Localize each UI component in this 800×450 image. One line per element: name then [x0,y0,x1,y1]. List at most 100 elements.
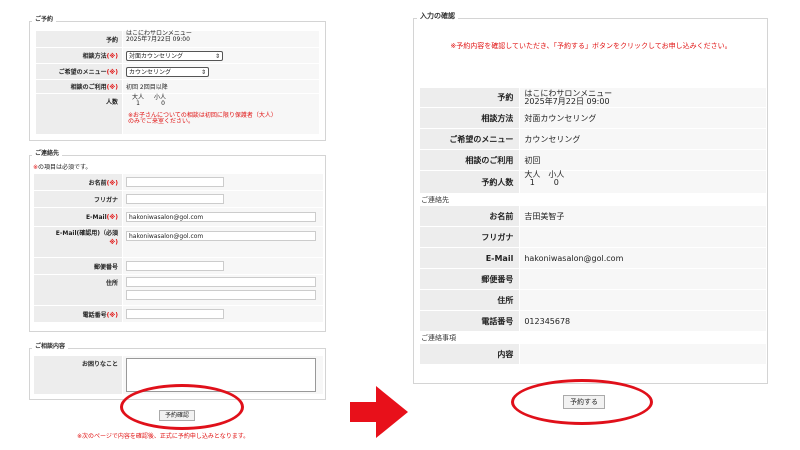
confirm-row-content: 内容 [420,344,766,364]
email-confirm-label-cell: E-Mail(確認用)（必須 ※) [34,227,122,257]
confirm-notice: ※予約内容を確認していただき、「予約する」ボタンをクリックしてお申し込みください… [450,42,732,50]
confirm-email-value: hakoniwasalon@gol.com [524,253,624,263]
confirm-postal-label-cell: 郵便番号 [420,269,520,289]
confirm-usage-value: 初回 [524,155,541,165]
menu-select[interactable]: カウンセリング ⇕ [126,66,209,77]
phone-label: 電話番号 [82,311,107,319]
email-confirm-required-mark: ※) [109,239,118,246]
plan-label: 予約 [105,36,118,44]
email-confirm-value-cell: hakoniwasalon@gol.com [123,227,323,257]
booking-legend: ご予約 [32,14,57,23]
contact-legend: ご連絡先 [32,148,63,157]
confirm-notes-section: ご連絡事項 [421,333,456,342]
menu-value-cell: カウンセリング ⇕ [123,64,319,79]
method-value-cell: 対面カウンセリング ⇕ [123,48,319,63]
confirm-plan-datetime: 2025年7月22日 09:00 [524,96,610,106]
confirm-child: 小人 0 [548,171,564,187]
confirm-table: 予約 はこにわサロンメニュー 2025年7月22日 09:00 相談方法 対面カ… [419,87,767,365]
name-value-cell [123,174,323,190]
name-input[interactable] [126,177,224,187]
postal-label-cell: 郵便番号 [34,258,122,274]
row-email-confirm: E-Mail(確認用)（必須 ※) hakoniwasalon@gol.com [34,227,323,257]
booking-table-wrap: 予約 はこにわサロンメニュー 2025年7月22日 09:00 相談方法(※) … [35,30,320,135]
confirm-contact-section: ご連絡先 [421,195,449,204]
confirm-usage-label: 相談のご利用 [465,155,514,165]
postal-input[interactable] [126,261,224,271]
confirm-table-wrap: 予約 はこにわサロンメニュー 2025年7月22日 09:00 相談方法 対面カ… [419,87,767,365]
row-menu: ご希望のメニュー(※) カウンセリング ⇕ [36,64,319,79]
confirm-adult-value: 1 [529,178,535,187]
phone-value-cell [123,306,323,322]
people-label: 人数 [105,99,118,106]
address-input-1[interactable] [126,277,316,287]
method-select[interactable]: 対面カウンセリング ⇕ [126,50,223,61]
concern-label-cell: お困りなこと [34,356,122,394]
child-count[interactable]: 小人 0 [154,95,166,107]
confirm-name-label: お名前 [489,211,514,221]
postal-value-cell [123,258,323,274]
menu-required-mark: (※) [106,69,118,76]
name-label-cell: お名前(※) [34,174,122,190]
confirm-menu-value: カウンセリング [524,134,581,144]
email-confirm-input[interactable]: hakoniwasalon@gol.com [126,231,316,241]
kana-input[interactable] [126,194,224,204]
confirm-people-value-cell: 大人 1 小人 0 [520,171,766,193]
confirm-people-label-cell: 予約人数 [420,171,520,193]
confirm-kana-label-cell: フリガナ [420,227,520,247]
confirm-menu-value-cell: カウンセリング [520,129,766,149]
confirm-row-notes-section: ご連絡事項 [420,332,766,343]
confirm-row-phone: 電話番号 012345678 [420,311,766,331]
confirm-menu-label-cell: ご希望のメニュー [420,129,520,149]
row-postal: 郵便番号 [34,258,323,274]
plan-label-cell: 予約 [36,31,122,47]
confirm-kana-value-cell [520,227,766,247]
row-email: E-Mail(※) hakoniwasalon@gol.com [34,208,323,226]
confirm-address-label-cell: 住所 [420,290,520,310]
method-label: 相談方法 [82,53,107,60]
confirm-plan-label-cell: 予約 [420,88,520,107]
confirm-row-menu: ご希望のメニュー カウンセリング [420,129,766,149]
confirm-email-value-cell: hakoniwasalon@gol.com [520,248,766,268]
consult-legend: ご相談内容 [32,341,69,350]
child-value: 0 [161,100,165,107]
adult-count[interactable]: 大人 1 [132,95,144,107]
confirm-phone-value: 012345678 [524,316,571,326]
row-name: お名前(※) [34,174,323,190]
booking-fieldset: 予約 はこにわサロンメニュー 2025年7月22日 09:00 相談方法(※) … [29,21,326,141]
confirm-adult: 大人 1 [524,171,540,187]
confirm-row-name: お名前 吉田美智子 [420,206,766,226]
email-label: E-Mail [85,213,107,221]
confirm-row-usage: 相談のご利用 初回 [420,150,766,170]
contact-fieldset: ※の項目は必須です。 お名前(※) フリガナ E-Mail(※) hakoniw… [29,155,326,332]
confirm-legend: 入力の確認 [417,11,458,21]
menu-label: ご希望のメニュー [58,69,107,76]
postal-label: 郵便番号 [93,263,118,271]
menu-label-cell: ご希望のメニュー(※) [36,64,122,79]
email-input[interactable]: hakoniwasalon@gol.com [126,212,316,222]
confirm-method-value-cell: 対面カウンセリング [520,108,766,128]
phone-input[interactable] [126,309,224,319]
row-plan: 予約 はこにわサロンメニュー 2025年7月22日 09:00 [36,31,319,47]
row-phone: 電話番号(※) [34,306,323,322]
row-address: 住所 [34,275,323,305]
confirm-name-value: 吉田美智子 [524,211,565,221]
confirm-notes-section-cell: ご連絡事項 [420,332,766,343]
name-label: お名前 [88,179,107,187]
confirm-row-postal: 郵便番号 [420,269,766,289]
usage-options[interactable]: 初回 2回目以降 [126,84,168,91]
address-label: 住所 [105,280,118,287]
people-value-cell: 大人 1 小人 0 ※お子さんについての相談は初回に限り保護者（大人）のみでご来… [123,94,319,134]
email-required-mark: (※) [106,213,118,221]
method-select-value: 対面カウンセリング [129,52,184,60]
confirm-button-highlight [120,384,244,430]
address-input-2[interactable] [126,290,316,300]
confirm-postal-label: 郵便番号 [481,274,514,284]
submit-button-highlight [511,379,653,425]
confirm-row-plan: 予約 はこにわサロンメニュー 2025年7月22日 09:00 [420,88,766,107]
confirm-address-value-cell [520,290,766,310]
usage-value-cell[interactable]: 初回 2回目以降 [123,80,319,93]
concern-label: お困りなこと [81,361,118,368]
row-usage: 相談のご利用(※) 初回 2回目以降 [36,80,319,93]
confirm-content-label-cell: 内容 [420,344,520,364]
phone-label-cell: 電話番号(※) [34,306,122,322]
